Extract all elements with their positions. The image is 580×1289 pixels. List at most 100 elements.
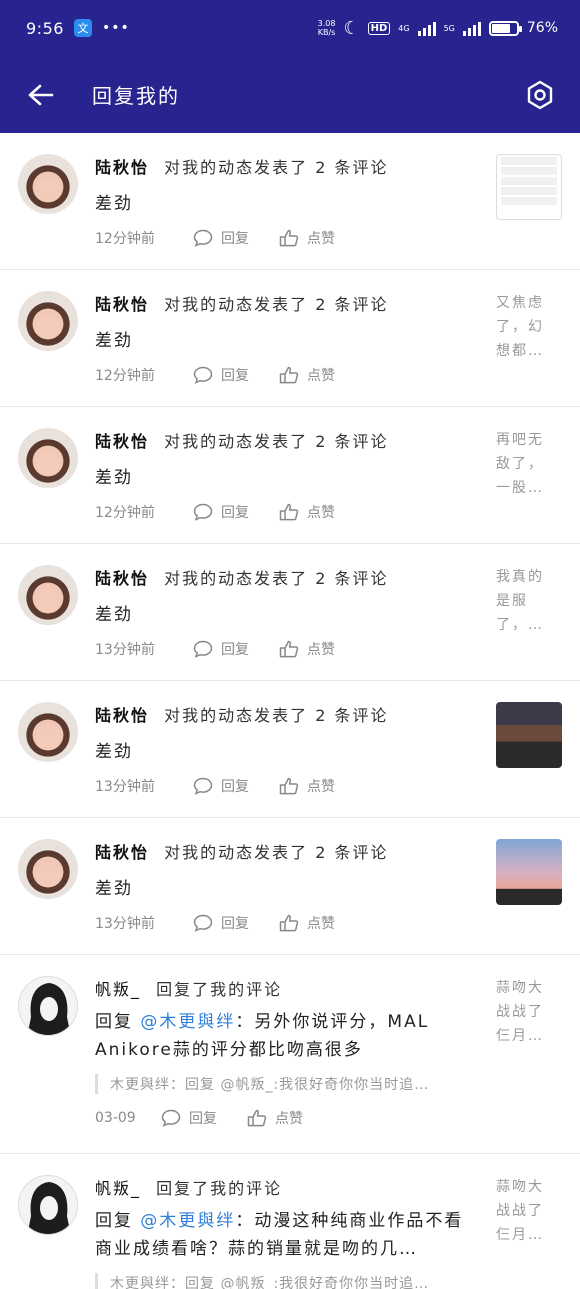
post-thumbnail[interactable] [496, 154, 562, 220]
quoted-comment[interactable]: 木更與绊：回复 @帆叛_:我很好奇你你当时追… [95, 1273, 470, 1289]
hooded-avatar-icon [27, 983, 71, 1035]
username[interactable]: 陆秋怡 [95, 569, 149, 588]
avatar[interactable] [18, 702, 78, 762]
list-item[interactable]: 陆秋怡 对我的动态发表了 2 条评论 差劲 13分钟前 回复 点赞 [0, 681, 580, 818]
timestamp: 12分钟前 [95, 231, 155, 247]
username[interactable]: 陆秋怡 [95, 843, 149, 862]
settings-button[interactable] [524, 79, 556, 111]
back-button[interactable] [26, 80, 56, 110]
comment-bubble-icon [193, 229, 213, 247]
reply-prefix: 回复 [95, 1012, 133, 1032]
battery-level [491, 23, 511, 33]
battery-percent: 76% [526, 20, 558, 36]
network-type-2: 5G [443, 23, 455, 33]
post-thumbnail[interactable] [496, 839, 562, 905]
post-thumbnail[interactable] [496, 702, 562, 768]
thumbs-up-icon [279, 366, 299, 384]
translate-app-icon: 文 [73, 19, 92, 37]
hooded-avatar-icon [27, 1182, 71, 1234]
hd-voice-icon: HD [367, 21, 391, 35]
avatar[interactable] [18, 1175, 78, 1235]
avatar[interactable] [18, 565, 78, 625]
timestamp: 12分钟前 [95, 368, 155, 384]
username[interactable]: 帆叛_ [95, 980, 141, 999]
mention-link[interactable]: @木更與绊 [140, 1012, 235, 1032]
mention-link[interactable]: @木更與绊 [140, 1211, 235, 1231]
post-preview-text[interactable]: 我真的是服了，… [496, 565, 548, 637]
action-text: 对我的动态发表了 2 条评论 [164, 706, 389, 725]
like-button[interactable]: 点赞 [279, 913, 335, 933]
network-speed: 3.08 KB/s [317, 19, 336, 37]
reply-button[interactable]: 回复 [193, 502, 249, 522]
reply-button[interactable]: 回复 [161, 1108, 217, 1128]
avatar[interactable] [18, 428, 78, 488]
comment-text: 差劲 [95, 605, 133, 625]
reply-button[interactable]: 回复 [193, 365, 249, 385]
timestamp: 13分钟前 [95, 779, 155, 795]
thumbs-up-icon [247, 1109, 267, 1127]
list-item[interactable]: 陆秋怡 对我的动态发表了 2 条评论 差劲 12分钟前 回复 点赞 又焦虑了，幻… [0, 270, 580, 407]
list-item[interactable]: 帆叛_ 回复了我的评论 回复 @木更與绊：另外你说评分，MAL Anikore蒜… [0, 955, 580, 1154]
reply-button[interactable]: 回复 [193, 639, 249, 659]
status-bar: 9:56 文 ••• 3.08 KB/s ☾ HD 4G 5G 76% [0, 0, 580, 56]
reply-list: 陆秋怡 对我的动态发表了 2 条评论 差劲 12分钟前 回复 点赞 陆秋怡 对我… [0, 133, 580, 1289]
page-title: 回复我的 [92, 84, 180, 108]
do-not-disturb-icon: ☾ [343, 17, 360, 39]
comment-text: 差劲 [95, 742, 133, 762]
thumbs-up-icon [279, 229, 299, 247]
status-time: 9:56 [26, 18, 64, 38]
comment-text: 差劲 [95, 331, 133, 351]
reply-button[interactable]: 回复 [193, 776, 249, 796]
username[interactable]: 陆秋怡 [95, 295, 149, 314]
like-button[interactable]: 点赞 [279, 776, 335, 796]
app-header: 9:56 文 ••• 3.08 KB/s ☾ HD 4G 5G 76% 回复我的 [0, 0, 580, 133]
reply-button[interactable]: 回复 [193, 228, 249, 248]
username[interactable]: 陆秋怡 [95, 706, 149, 725]
post-preview-text[interactable]: 蒜吻大战战了仨月… [496, 1175, 548, 1247]
like-button[interactable]: 点赞 [279, 502, 335, 522]
timestamp: 13分钟前 [95, 642, 155, 658]
comment-bubble-icon [193, 777, 213, 795]
username[interactable]: 帆叛_ [95, 1179, 141, 1198]
signal-icon-2 [462, 20, 481, 36]
like-button[interactable]: 点赞 [279, 365, 335, 385]
battery-icon [488, 20, 522, 36]
avatar[interactable] [18, 154, 78, 214]
comment-bubble-icon [193, 914, 213, 932]
post-preview-text[interactable]: 蒜吻大战战了仨月… [496, 976, 548, 1048]
list-item[interactable]: 陆秋怡 对我的动态发表了 2 条评论 差劲 13分钟前 回复 点赞 [0, 818, 580, 955]
settings-hexagon-icon [527, 80, 553, 109]
username[interactable]: 陆秋怡 [95, 432, 149, 451]
action-text: 对我的动态发表了 2 条评论 [164, 432, 389, 451]
list-item[interactable]: 陆秋怡 对我的动态发表了 2 条评论 差劲 12分钟前 回复 点赞 再吧无敌了，… [0, 407, 580, 544]
thumbs-up-icon [279, 914, 299, 932]
reply-button[interactable]: 回复 [193, 913, 249, 933]
reply-prefix: 回复 [95, 1211, 133, 1231]
thumbs-up-icon [279, 777, 299, 795]
comment-bubble-icon [161, 1109, 181, 1127]
action-text: 回复了我的评论 [156, 980, 283, 999]
avatar[interactable] [18, 839, 78, 899]
nav-bar: 回复我的 [0, 56, 580, 133]
signal-icon-1 [417, 20, 436, 36]
post-preview-text[interactable]: 又焦虑了，幻想都… [496, 291, 548, 363]
post-preview-text[interactable]: 再吧无敌了，一股… [496, 428, 548, 500]
action-text: 对我的动态发表了 2 条评论 [164, 158, 389, 177]
action-text: 对我的动态发表了 2 条评论 [164, 295, 389, 314]
timestamp: 13分钟前 [95, 916, 155, 932]
like-button[interactable]: 点赞 [247, 1108, 303, 1128]
back-arrow-icon [28, 84, 54, 105]
list-item[interactable]: 陆秋怡 对我的动态发表了 2 条评论 差劲 12分钟前 回复 点赞 [0, 133, 580, 270]
like-button[interactable]: 点赞 [279, 228, 335, 248]
thumbs-up-icon [279, 503, 299, 521]
avatar[interactable] [18, 976, 78, 1036]
action-text: 回复了我的评论 [156, 1179, 283, 1198]
more-notifications-icon: ••• [101, 20, 130, 36]
avatar[interactable] [18, 291, 78, 351]
list-item[interactable]: 陆秋怡 对我的动态发表了 2 条评论 差劲 13分钟前 回复 点赞 我真的是服了… [0, 544, 580, 681]
list-item[interactable]: 帆叛_ 回复了我的评论 回复 @木更與绊：动漫这种纯商业作品不看商业成绩看啥？蒜… [0, 1154, 580, 1289]
username[interactable]: 陆秋怡 [95, 158, 149, 177]
like-button[interactable]: 点赞 [279, 639, 335, 659]
quoted-comment[interactable]: 木更與绊：回复 @帆叛_:我很好奇你你当时追… [95, 1074, 470, 1094]
network-type-1: 4G [398, 23, 410, 33]
